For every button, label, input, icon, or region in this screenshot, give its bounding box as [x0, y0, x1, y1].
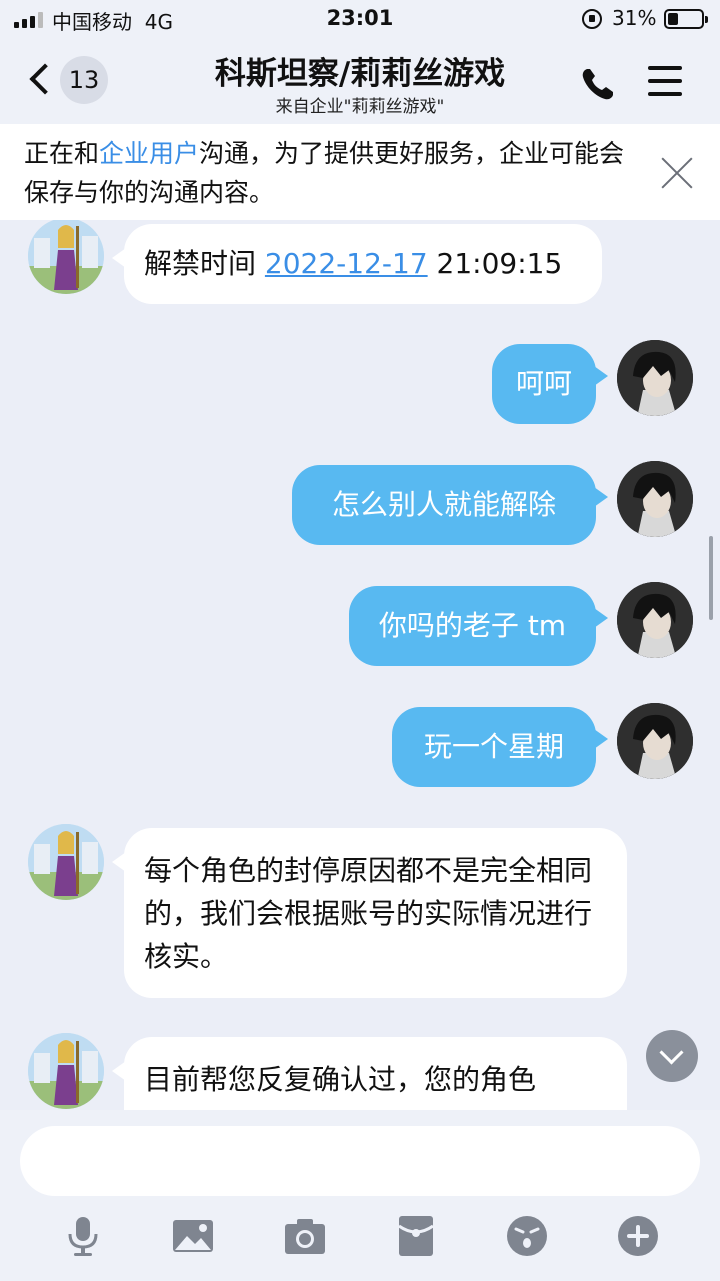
- avatar[interactable]: [617, 582, 693, 658]
- emoji-icon[interactable]: [505, 1214, 549, 1258]
- message-bubble[interactable]: 你吗的老子 tm: [349, 586, 608, 666]
- image-icon[interactable]: [171, 1214, 215, 1258]
- message-bubble[interactable]: 呵呵: [492, 344, 608, 424]
- red-packet-icon[interactable]: [394, 1214, 438, 1258]
- message-input[interactable]: [20, 1126, 700, 1196]
- avatar[interactable]: [28, 1033, 104, 1109]
- message-bubble[interactable]: 每个角色的封停原因都不是完全相同的，我们会根据账号的实际情况进行核实。: [112, 828, 627, 998]
- close-notice-button[interactable]: [660, 156, 694, 190]
- status-bar: 中国移动 4G 23:01 31%: [0, 0, 720, 40]
- menu-icon[interactable]: [648, 66, 682, 96]
- battery-icon: [664, 9, 708, 29]
- microphone-icon[interactable]: [61, 1214, 105, 1258]
- avatar[interactable]: [28, 220, 104, 294]
- scrollbar[interactable]: [709, 536, 713, 620]
- chat-header: 13 科斯坦察/莉莉丝游戏 来自企业"莉莉丝游戏": [0, 40, 720, 124]
- privacy-notice: 正在和企业用户沟通，为了提供更好服务，企业可能会保存与你的沟通内容。: [0, 124, 720, 220]
- battery-percent: 31%: [612, 6, 657, 30]
- message-list[interactable]: 解禁时间 2022-12-17 21:09:15 呵呵 怎么别人就能解除 你吗的…: [0, 220, 720, 1110]
- avatar[interactable]: [617, 461, 693, 537]
- message-bubble[interactable]: 目前帮您反复确认过，您的角色: [112, 1037, 627, 1110]
- message-bubble[interactable]: 解禁时间 2022-12-17 21:09:15: [112, 224, 602, 304]
- phone-icon[interactable]: [578, 64, 618, 104]
- message-bubble[interactable]: 怎么别人就能解除: [292, 465, 608, 545]
- avatar[interactable]: [28, 824, 104, 900]
- plus-icon[interactable]: [616, 1214, 660, 1258]
- date-link[interactable]: 2022-12-17: [265, 247, 428, 280]
- notice-text: 正在和企业用户沟通，为了提供更好服务，企业可能会保存与你的沟通内容。: [24, 139, 625, 207]
- message-bubble[interactable]: 玩一个星期: [392, 707, 608, 787]
- input-area: [0, 1110, 720, 1281]
- camera-icon[interactable]: [283, 1214, 327, 1258]
- rotation-lock-icon: [582, 9, 602, 29]
- enterprise-user-link[interactable]: 企业用户: [99, 139, 199, 168]
- avatar[interactable]: [617, 703, 693, 779]
- avatar[interactable]: [617, 340, 693, 416]
- scroll-to-bottom-button[interactable]: [646, 1030, 698, 1082]
